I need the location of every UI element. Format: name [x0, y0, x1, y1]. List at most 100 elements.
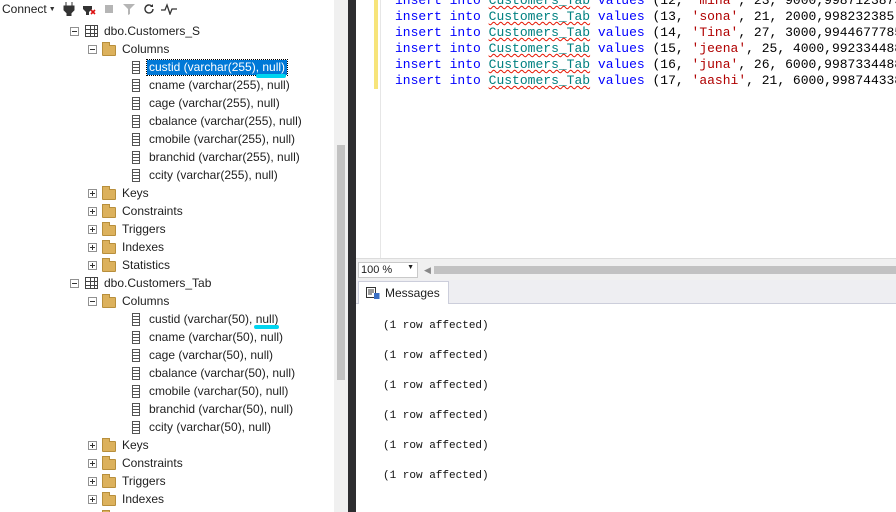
- folder-icon: [101, 293, 117, 309]
- tree-node-indexes-folder[interactable]: Indexes: [88, 490, 166, 508]
- keyword: values: [597, 41, 645, 56]
- tree-node-columns-folder[interactable]: Columns: [88, 40, 171, 58]
- column-icon: [128, 131, 144, 147]
- activity-monitor-icon[interactable]: [160, 1, 178, 17]
- filter-icon[interactable]: [120, 1, 138, 17]
- messages-icon: [365, 285, 381, 301]
- stop-icon[interactable]: [100, 1, 118, 17]
- tree-node-column-cmobile[interactable]: cmobile (varchar(255), null): [124, 130, 297, 148]
- string-literal: 'Tina': [691, 25, 739, 40]
- scroll-left-arrow-icon[interactable]: ◀: [424, 264, 432, 276]
- tree-node-column-cbalance[interactable]: cbalance (varchar(50), null): [124, 364, 297, 382]
- connect-label: Connect: [2, 2, 47, 16]
- column-label: branchid (varchar(255), null): [149, 149, 300, 164]
- tree-node-constraints-folder[interactable]: Constraints: [88, 202, 185, 220]
- tree-node-column-cname[interactable]: cname (varchar(50), null): [124, 328, 285, 346]
- code-line: insert into Customers_Tab values (14, 'T…: [395, 25, 896, 41]
- tree-node-column-ccity[interactable]: ccity (varchar(50), null): [124, 418, 273, 436]
- tree-node-column-cmobile[interactable]: cmobile (varchar(50), null): [124, 382, 290, 400]
- connect-button[interactable]: Connect ▼: [0, 1, 58, 17]
- tree-node-column-cbalance[interactable]: cbalance (varchar(255), null): [124, 112, 304, 130]
- tree-node-column-branchid[interactable]: branchid (varchar(50), null): [124, 400, 295, 418]
- column-label: cbalance (varchar(255), null): [149, 113, 302, 128]
- expand-icon[interactable]: [88, 458, 97, 468]
- collapse-icon[interactable]: [70, 26, 79, 36]
- column-icon: [128, 167, 144, 183]
- column-icon: [128, 311, 144, 327]
- folder-label: Triggers: [122, 473, 166, 488]
- column-icon: [128, 419, 144, 435]
- tree-node-partial-folder[interactable]: [88, 508, 117, 512]
- tree-node-table-customers-tab[interactable]: dbo.Customers_Tab: [70, 274, 213, 292]
- column-icon: [128, 95, 144, 111]
- column-icon: [128, 401, 144, 417]
- pane-splitter[interactable]: [348, 0, 356, 512]
- collapse-icon[interactable]: [88, 296, 97, 306]
- column-label: cmobile (varchar(255), null): [149, 131, 296, 146]
- column-icon: [128, 113, 144, 129]
- tree-node-keys-folder[interactable]: Keys: [88, 436, 151, 454]
- results-tabstrip: Messages: [356, 280, 896, 304]
- collapse-icon[interactable]: [70, 278, 79, 288]
- keyword: values: [597, 57, 645, 72]
- code-line: insert into Customers_Tab values (16, 'j…: [395, 57, 896, 73]
- values-text: , 23, 9000,9987123875,1,: [738, 0, 896, 8]
- tree-node-triggers-folder[interactable]: Triggers: [88, 472, 168, 490]
- changed-lines-marker: [374, 0, 378, 89]
- table-identifier: Customers_Tab: [488, 9, 591, 24]
- expand-icon[interactable]: [88, 242, 97, 252]
- tree-node-columns-folder[interactable]: Columns: [88, 292, 171, 310]
- tree-node-triggers-folder[interactable]: Triggers: [88, 220, 168, 238]
- editor-status-bar: 100 % ▼ ◀: [356, 258, 896, 280]
- values-text: , 21, 2000,998232385,1,: [738, 9, 896, 24]
- keyword: insert: [395, 57, 442, 72]
- column-label: cmobile (varchar(50), null): [149, 383, 289, 398]
- column-label: cage (varchar(50), null): [149, 347, 274, 362]
- editor-horizontal-scrollbar[interactable]: [434, 265, 896, 275]
- keyword: into: [449, 57, 481, 72]
- folder-label: Keys: [122, 185, 149, 200]
- editor-horizontal-scrollbar-thumb[interactable]: [434, 266, 896, 274]
- table-identifier: Customers_Tab: [488, 57, 591, 72]
- folder-icon: [101, 239, 117, 255]
- zoom-dropdown[interactable]: 100 % ▼: [358, 262, 418, 278]
- string-literal: 'sona': [691, 9, 739, 24]
- tab-messages-label: Messages: [385, 286, 440, 300]
- expand-icon[interactable]: [88, 476, 97, 486]
- query-editor[interactable]: insert into Customers_Tab values (12, 'm…: [356, 0, 896, 258]
- zoom-value: 100 %: [361, 264, 393, 276]
- expand-icon[interactable]: [88, 440, 97, 450]
- column-label: cname (varchar(255), null): [149, 77, 290, 92]
- expand-icon[interactable]: [88, 224, 97, 234]
- tree-node-table-customers-s[interactable]: dbo.Customers_S: [70, 22, 202, 40]
- tree-node-column-branchid[interactable]: branchid (varchar(255), null): [124, 148, 302, 166]
- message-line: (1 row affected): [383, 470, 489, 482]
- tree-node-column-cname[interactable]: cname (varchar(255), null): [124, 76, 292, 94]
- table-identifier: Customers_Tab: [488, 0, 591, 8]
- column-icon: [128, 365, 144, 381]
- tree-node-statistics-folder[interactable]: Statistics: [88, 256, 172, 274]
- tree-node-column-cage[interactable]: cage (varchar(255), null): [124, 94, 282, 112]
- connect-plug-icon[interactable]: [60, 1, 78, 17]
- table-identifier: Customers_Tab: [488, 25, 591, 40]
- tree-node-keys-folder[interactable]: Keys: [88, 184, 151, 202]
- values-text: (13,: [644, 9, 692, 24]
- explorer-scrollbar-thumb[interactable]: [337, 145, 345, 380]
- expand-icon[interactable]: [88, 260, 97, 270]
- explorer-scrollbar[interactable]: [334, 0, 348, 512]
- tree-node-indexes-folder[interactable]: Indexes: [88, 238, 166, 256]
- tree-node-column-cage[interactable]: cage (varchar(50), null): [124, 346, 275, 364]
- refresh-icon[interactable]: [140, 1, 158, 17]
- folder-label: Statistics: [122, 257, 171, 272]
- keyword: insert: [395, 9, 442, 24]
- expand-icon[interactable]: [88, 188, 97, 198]
- code-line: insert into Customers_Tab values (17, 'a…: [395, 73, 896, 89]
- tree-node-column-ccity[interactable]: ccity (varchar(255), null): [124, 166, 280, 184]
- disconnect-icon[interactable]: [80, 1, 98, 17]
- tree-node-constraints-folder[interactable]: Constraints: [88, 454, 185, 472]
- expand-icon[interactable]: [88, 206, 97, 216]
- collapse-icon[interactable]: [88, 44, 97, 54]
- expand-icon[interactable]: [88, 494, 97, 504]
- tab-messages[interactable]: Messages: [358, 281, 449, 304]
